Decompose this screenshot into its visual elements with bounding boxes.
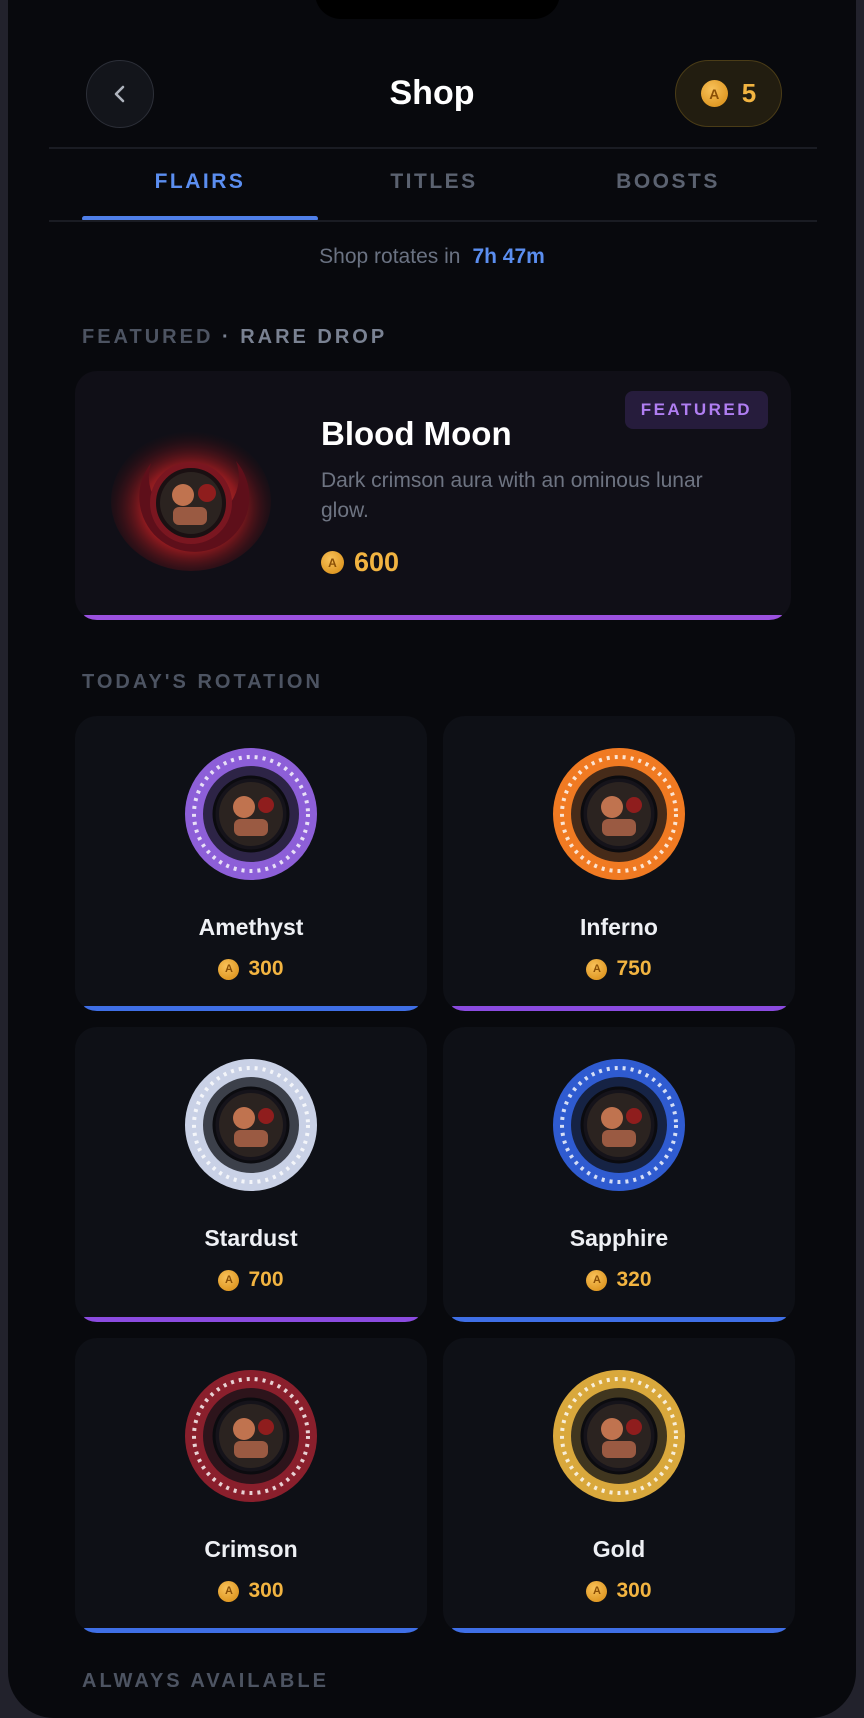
rotation-section-label: TODAY'S ROTATION (82, 671, 323, 693)
featured-section-sub: RARE DROP (240, 326, 388, 348)
featured-section-title: FEATURED (82, 326, 214, 348)
featured-section-separator: · (213, 326, 241, 348)
tab-boosts[interactable]: BOOSTS (550, 170, 786, 194)
item-price: A 320 (443, 1268, 795, 1292)
coin-icon: A (218, 1580, 240, 1602)
flair-card-amethyst[interactable]: Amethyst A 300 (75, 716, 427, 1011)
balance-value: 5 (741, 78, 757, 108)
item-card-accent-bar (83, 1628, 419, 1633)
coin-icon: A (586, 958, 608, 980)
item-price: A 750 (443, 957, 795, 981)
item-card-accent-bar (451, 1006, 787, 1011)
sapphire-flair-image (553, 1059, 685, 1191)
item-name: Amethyst (198, 914, 304, 940)
rotation-timer: Shop rotates in 7h 47m (8, 245, 856, 269)
item-price-value: 300 (248, 1579, 284, 1602)
coin-balance[interactable]: A 5 (675, 60, 782, 127)
coin-icon: A (700, 80, 728, 107)
item-price: A 700 (75, 1268, 427, 1292)
flair-card-crimson[interactable]: Crimson A 300 (75, 1338, 427, 1633)
blood-moon-flair-image (111, 431, 271, 571)
item-price-value: 320 (616, 1268, 652, 1291)
item-price: A 300 (443, 1579, 795, 1603)
featured-card-accent-bar (83, 615, 783, 620)
flair-card-inferno[interactable]: Inferno A 750 (443, 716, 795, 1011)
rotation-label: Shop rotates in (319, 245, 461, 268)
flair-card-stardust[interactable]: Stardust A 700 (75, 1027, 427, 1322)
tabs-divider (49, 220, 817, 222)
item-price-value: 300 (248, 957, 284, 980)
featured-badge: FEATURED (624, 391, 768, 429)
item-name: Crimson (204, 1536, 298, 1562)
flair-card-sapphire[interactable]: Sapphire A 320 (443, 1027, 795, 1322)
item-name: Stardust (204, 1225, 298, 1251)
item-card-accent-bar (83, 1006, 419, 1011)
coin-icon: A (586, 1580, 608, 1602)
item-price: A 300 (75, 957, 427, 981)
item-name: Gold (592, 1536, 646, 1562)
coin-icon: A (218, 1269, 240, 1291)
gold-flair-image (553, 1370, 685, 1502)
phone-screen: Shop A 5 FLAIRS TITLES BOOSTS Shop rotat… (8, 0, 856, 1718)
item-card-accent-bar (451, 1317, 787, 1322)
always-available-section-label: ALWAYS AVAILABLE (82, 1670, 329, 1692)
featured-item-price: A 600 (321, 547, 399, 578)
crimson-flair-image (185, 1370, 317, 1502)
coin-icon: A (586, 1269, 608, 1291)
featured-section-label: FEATURED · RARE DROP (82, 326, 387, 349)
featured-item-description: Dark crimson aura with an ominous lunar … (321, 469, 703, 522)
tab-titles[interactable]: TITLES (316, 170, 552, 194)
item-card-accent-bar (451, 1628, 787, 1633)
flair-card-gold[interactable]: Gold A 300 (443, 1338, 795, 1633)
rotation-time: 7h 47m (472, 245, 545, 268)
coin-icon: A (321, 551, 344, 574)
item-name: Sapphire (569, 1225, 669, 1251)
item-card-accent-bar (83, 1317, 419, 1322)
featured-price-value: 600 (354, 547, 400, 577)
notch (315, 0, 560, 19)
featured-item-card[interactable]: FEATURED Blood Moon Dark crimson aura wi… (75, 371, 791, 620)
item-price-value: 700 (248, 1268, 284, 1291)
item-price-value: 300 (616, 1579, 652, 1602)
featured-item-name: Blood Moon (321, 415, 512, 452)
tab-flairs[interactable]: FLAIRS (82, 170, 318, 194)
inferno-flair-image (553, 748, 685, 880)
item-name: Inferno (580, 914, 658, 940)
item-price-value: 750 (616, 957, 652, 980)
stardust-flair-image (185, 1059, 317, 1191)
amethyst-flair-image (185, 748, 317, 880)
coin-icon: A (218, 958, 240, 980)
header-divider (49, 147, 817, 149)
item-price: A 300 (75, 1579, 427, 1603)
